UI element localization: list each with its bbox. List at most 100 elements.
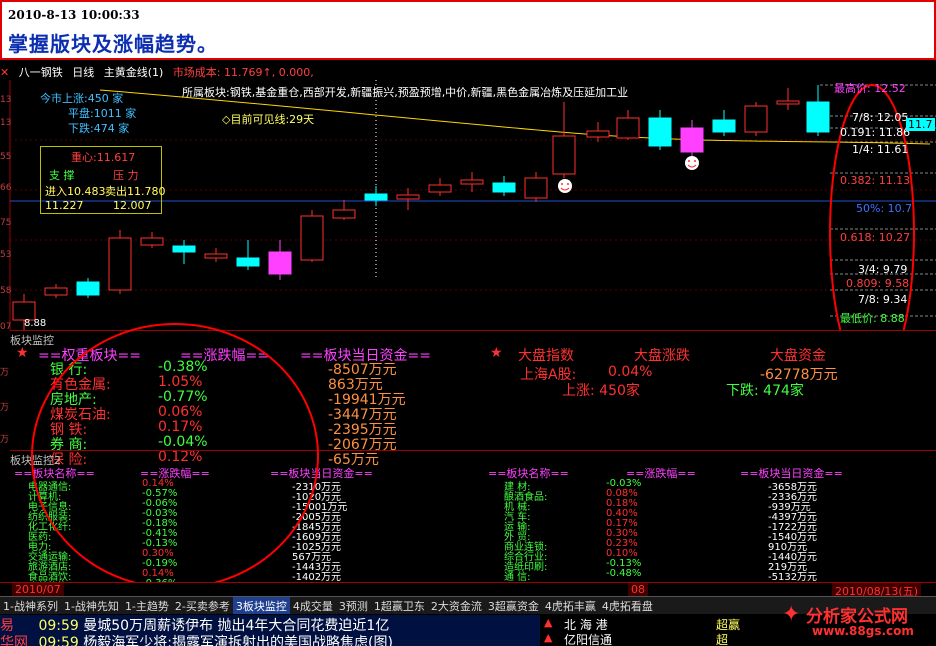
market-down: 下跌: 474家 [726, 383, 804, 399]
candle-body [332, 209, 356, 219]
smile-icon [558, 179, 572, 193]
axis-label: 66 [0, 183, 12, 193]
fib-78b: 7/8: 9.34 [858, 293, 908, 306]
ticker-prefix: 易 [0, 618, 14, 632]
tab-5[interactable]: 4成交量 [290, 597, 336, 614]
axis-label: 55 [0, 152, 12, 162]
annotation-banner: 2010-8-13 10:00:33 掌握版块及涨幅趋势。 [0, 0, 936, 60]
candle-body [712, 119, 736, 133]
axis-label: 75 [0, 218, 12, 228]
tab-0[interactable]: 1-战神系列 [0, 597, 61, 614]
support-1: 进入10.483 [45, 185, 106, 198]
arrow-up-icon: ▲ [544, 616, 553, 629]
fib-14: 1/4: 11.61 [852, 143, 909, 156]
pressure-1: 卖出11.780 [105, 185, 166, 198]
chart-period[interactable]: 日线 [72, 66, 94, 79]
smile-icon [685, 156, 699, 170]
candle-body [396, 194, 420, 200]
candle-body [428, 184, 452, 193]
candle-body [364, 193, 388, 201]
candle-body [268, 251, 292, 275]
panel-highlight [31, 323, 319, 589]
trading-app: ✕ 八一钢铁 日线 主黄金线(1) 市场成本: 11.769↑, 0.000, [0, 60, 936, 646]
pressure-2: 12.007 [113, 199, 152, 212]
market-index-header: 大盘指数 [518, 348, 574, 364]
support-label: 支 撑 [49, 169, 75, 182]
tab-9[interactable]: 3超赢资金 [485, 597, 542, 614]
ticker-text: 曼城50万周薪诱伊布 抛出4年大合同花费迫近1亿 [83, 618, 390, 632]
p2-right-chg: -0.48% [606, 568, 642, 579]
annotation-timestamp: 2010-8-13 10:00:33 [8, 8, 140, 22]
date-axis: 2010/07 08 2010/08/13(五) [0, 582, 936, 599]
logo-icon: ✦ [782, 602, 801, 627]
candle-body [586, 130, 610, 138]
arrow-up-icon: ▲ [544, 631, 553, 644]
visible-days: ◇目前可见线:29天 [222, 113, 315, 126]
tab-10[interactable]: 4虎拓丰赢 [542, 597, 599, 614]
candle-body [524, 177, 548, 199]
market-up: 上涨: 450家 [562, 383, 640, 399]
tab-8[interactable]: 2大资金流 [428, 597, 485, 614]
candle-body [460, 179, 484, 185]
tab-7[interactable]: 1超赢卫东 [371, 597, 428, 614]
market-change: 0.04% [608, 364, 653, 380]
candle-body [552, 135, 576, 175]
axis-label: 13 [0, 95, 12, 105]
news-ticker[interactable]: 华网 09:59 杨毅海军少将:揭露军演拆射出的美国战略焦虑(图) [0, 632, 540, 646]
candle-body [300, 215, 324, 261]
candle-body [776, 100, 800, 105]
pressure-label: 压 力 [113, 169, 139, 182]
news-ticker[interactable]: 易 09:59 曼城50万周薪诱伊布 抛出4年大合同花费迫近1亿 [0, 615, 540, 632]
market-change-header: 大盘涨跌 [634, 348, 690, 364]
stock-name[interactable]: 八一钢铁 [19, 66, 63, 79]
fib-78: 7/8: 12.05 [852, 111, 909, 124]
candle-body [616, 117, 640, 139]
fib-382: 0.382: 11.13 [840, 174, 911, 187]
market-fund-header: 大盘资金 [770, 348, 826, 364]
tab-1[interactable]: 1-战神先知 [61, 597, 122, 614]
tab-6[interactable]: 3预测 [336, 597, 371, 614]
axis-label: 53 [0, 250, 12, 260]
tab-2[interactable]: 1-主趋势 [122, 597, 172, 614]
candle-body [108, 237, 132, 291]
tab-11[interactable]: 4虎拓看盘 [599, 597, 656, 614]
tab-3[interactable]: 2-买卖参考 [172, 597, 233, 614]
fib-top: 最高价: 12.52 [834, 82, 906, 95]
star-icon: ★ [490, 345, 503, 361]
candle-body [44, 287, 68, 296]
p2-right-name: 通 信: [504, 572, 531, 583]
axis-label: 58 [0, 286, 12, 296]
candle-body [744, 105, 768, 133]
candle-body [806, 101, 830, 133]
logo-url: www.88gs.com [812, 624, 914, 638]
index-tail-2: 超 [716, 633, 729, 646]
fib-low: 最低价: 8.88 [840, 312, 905, 325]
fib-191: 0.191: 11.86 [840, 126, 911, 139]
market-cost: 市场成本: 11.769↑, 0.000, [172, 66, 314, 79]
fib-618: 0.618: 10.27 [840, 231, 911, 244]
candle-body [236, 257, 260, 267]
ticker-time: 09:59 [38, 635, 79, 646]
candle-body [492, 182, 516, 193]
chart-header: ✕ 八一钢铁 日线 主黄金线(1) 市场成本: 11.769↑, 0.000, [0, 64, 320, 80]
tab-4[interactable]: 3板块监控 [232, 597, 290, 614]
date-mid: 08 [628, 583, 648, 596]
sector-line: 所属板块:钢铁,基金重仓,西部开发,新疆振兴,预盈预增,中价,新疆,黑色金属冶炼… [182, 86, 629, 99]
market-up-count: 今市上涨:450 家 [40, 92, 124, 105]
support-pressure-box: 重心:11.617 支 撑 压 力 进入10.483 卖出11.780 11.2… [40, 146, 166, 214]
market-flat-count: 平盘:1011 家 [68, 107, 137, 120]
current-price-tag: 11.7 [906, 118, 935, 131]
fib-50: 50%: 10.7 [856, 202, 913, 215]
close-icon[interactable]: ✕ [0, 66, 9, 79]
ticker-time: 09:59 [38, 618, 79, 632]
candle-body [172, 245, 196, 253]
date-left: 2010/07 [12, 583, 64, 596]
support-2: 11.227 [45, 199, 84, 212]
indicator-name[interactable]: 主黄金线(1) [104, 66, 164, 79]
market-down-count: 下跌:474 家 [68, 122, 130, 135]
candle-body [680, 127, 704, 153]
p2-right-fund: -5132万元 [768, 572, 818, 583]
ticker-prefix: 华网 [0, 635, 28, 646]
center-price: 重心:11.617 [71, 151, 136, 164]
fib-809: 0.809: 9.58 [846, 277, 910, 290]
